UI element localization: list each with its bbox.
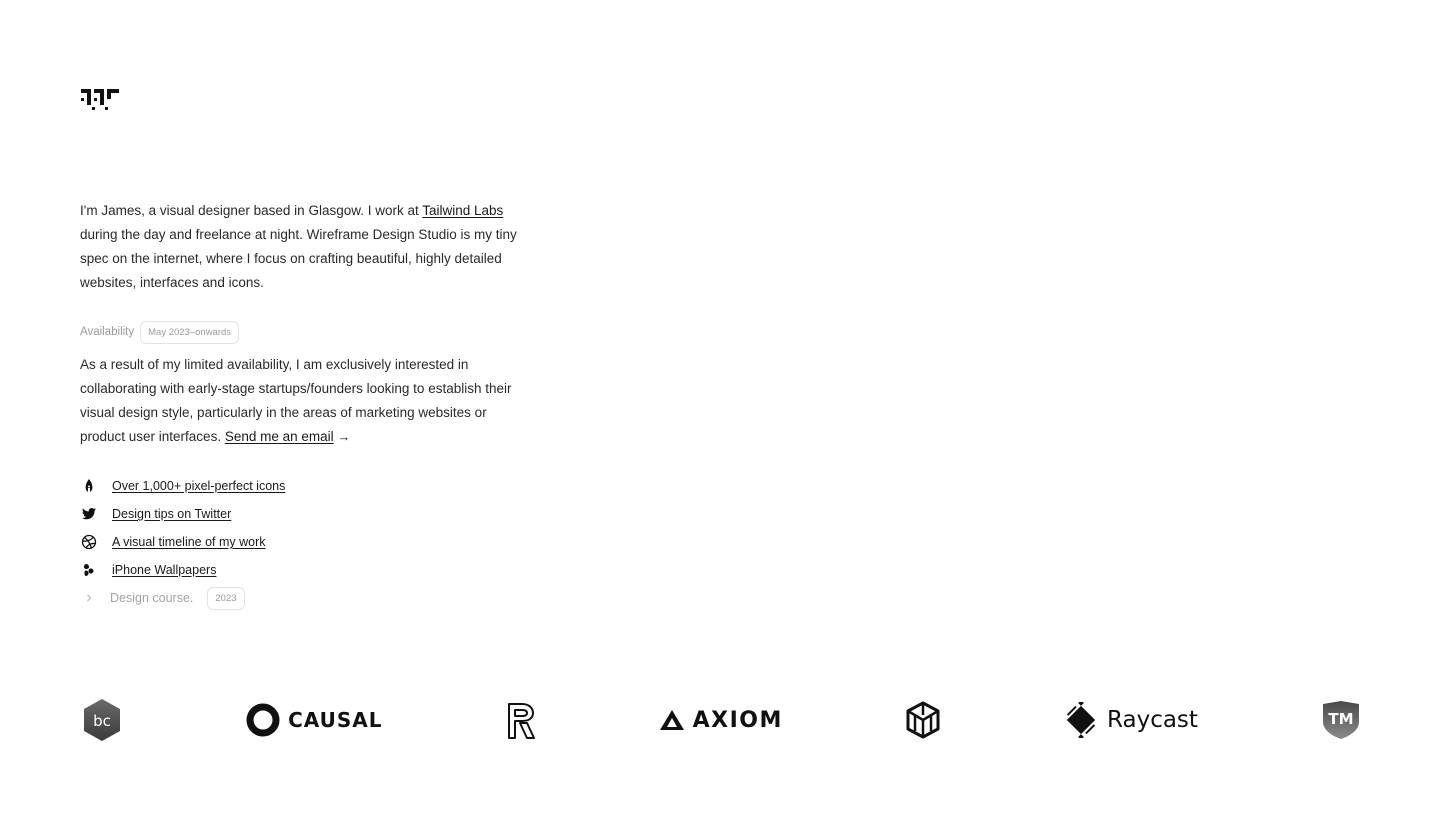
causal-ring-icon	[246, 703, 280, 737]
axiom-logo-text: AXIOM	[692, 707, 783, 733]
list-item-dribbble[interactable]: A visual timeline of my work	[80, 528, 480, 556]
availability-row: Availability May 2023–onwards	[80, 320, 240, 344]
arrow-right-icon: →	[337, 429, 351, 444]
availability-badge: May 2023–onwards	[140, 320, 240, 344]
course-badge: 2023	[207, 586, 245, 610]
tm-logo-text: TM	[1328, 710, 1353, 728]
raycast-icon	[1066, 702, 1096, 738]
raycast-logo-text: Raycast	[1107, 707, 1198, 733]
tailwind-labs-link[interactable]: Tailwind Labs	[422, 203, 503, 218]
twitter-icon	[80, 505, 98, 523]
link-wallpapers[interactable]: iPhone Wallpapers	[112, 563, 216, 577]
site-logo[interactable]	[80, 87, 120, 113]
wireframe-logo-icon	[81, 89, 119, 110]
bc-logo: bc	[80, 697, 124, 743]
availability-paragraph: As a result of my limited availability, …	[80, 353, 525, 449]
list-item-twitter[interactable]: Design tips on Twitter	[80, 500, 480, 528]
leaf-icon	[80, 561, 98, 579]
dribbble-icon	[80, 533, 98, 551]
intro-text-after: during the day and freelance at night. W…	[80, 227, 517, 290]
links-list: Over 1,000+ pixel-perfect icons Design t…	[80, 472, 480, 612]
intro-paragraph: I'm James, a visual designer based in Gl…	[80, 199, 525, 295]
list-item-course: Design course. 2023	[80, 584, 480, 612]
client-logos: bc CAUSAL AXIOM Raycast TM	[80, 690, 1362, 750]
availability-label: Availability	[80, 326, 135, 338]
bc-logo-icon: bc	[84, 699, 120, 741]
bc-logo-text: bc	[93, 712, 111, 730]
link-timeline[interactable]: A visual timeline of my work	[112, 535, 266, 549]
link-twitter[interactable]: Design tips on Twitter	[112, 507, 231, 521]
course-label: Design course.	[110, 591, 194, 605]
pen-nib-icon	[80, 477, 98, 495]
causal-logo-text: CAUSAL	[288, 708, 383, 732]
axiom-logo: AXIOM	[659, 708, 783, 733]
intro-text-before: I'm James, a visual designer based in Gl…	[80, 203, 423, 218]
chevron-right-icon	[80, 589, 98, 607]
cube-logo-icon	[906, 701, 940, 739]
raycast-logo: Raycast	[1063, 702, 1198, 738]
r-logo-icon	[507, 703, 535, 739]
tm-shield-icon: TM	[1323, 701, 1359, 739]
send-email-link[interactable]: Send me an email	[225, 429, 334, 444]
axiom-triangle-icon	[659, 710, 684, 730]
causal-logo: CAUSAL	[246, 703, 382, 737]
list-item-wallpapers[interactable]: iPhone Wallpapers	[80, 556, 480, 584]
cube-logo	[905, 701, 941, 739]
list-item-icons[interactable]: Over 1,000+ pixel-perfect icons	[80, 472, 480, 500]
link-icons[interactable]: Over 1,000+ pixel-perfect icons	[112, 479, 285, 493]
r-logo	[505, 700, 537, 740]
tm-logo: TM	[1320, 700, 1362, 740]
